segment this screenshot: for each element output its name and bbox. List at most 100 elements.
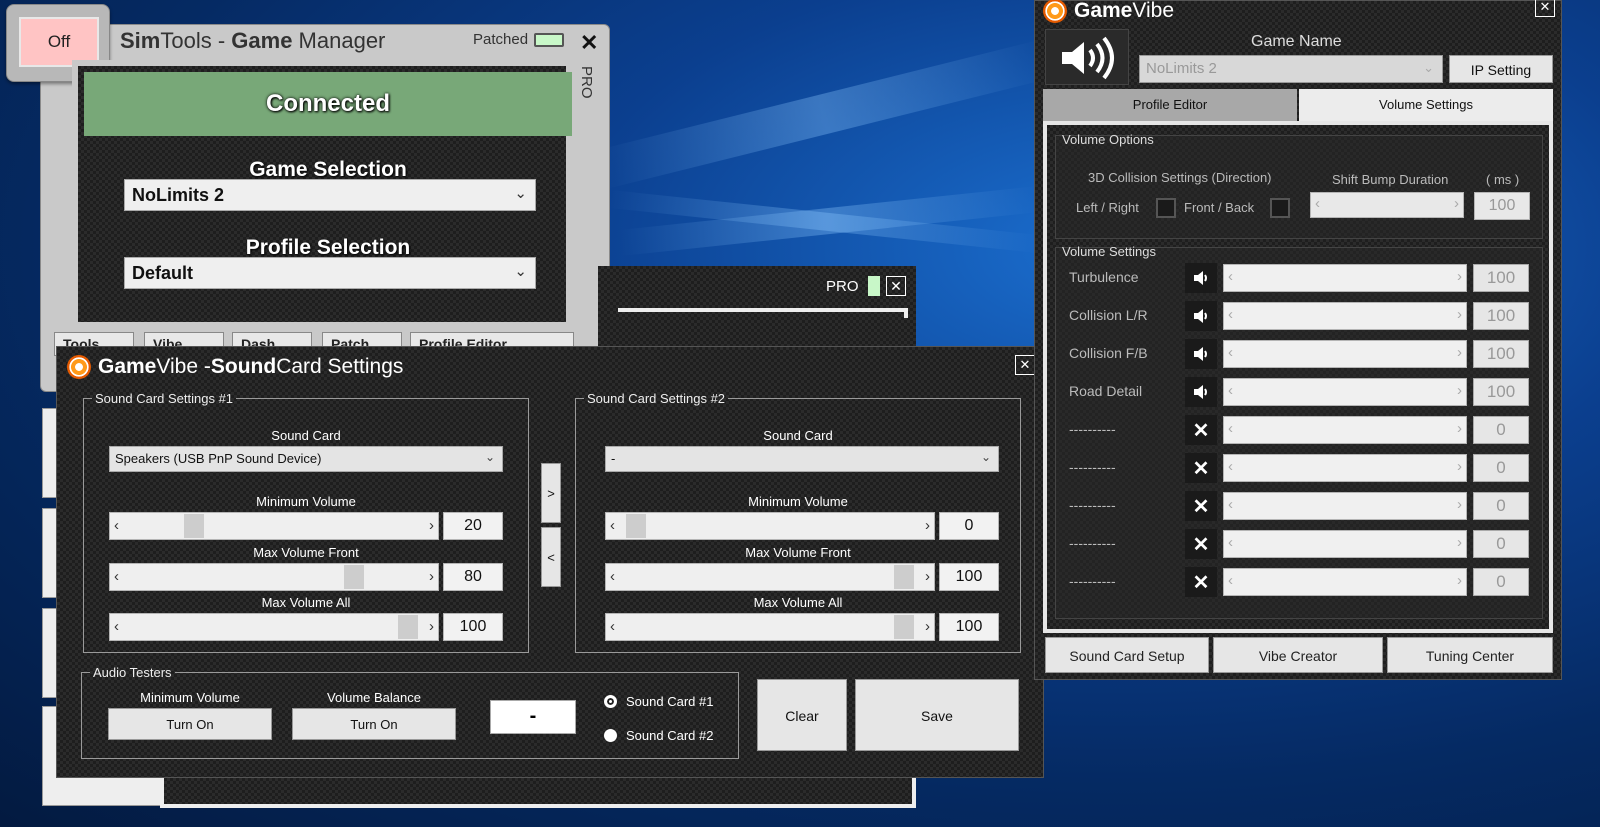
volume-row-slider[interactable]: ‹ › <box>1223 568 1467 596</box>
x-icon[interactable]: ✕ <box>1185 453 1217 483</box>
chevron-right-icon[interactable]: › <box>429 568 434 585</box>
chevron-left-icon[interactable]: ‹ <box>114 517 119 534</box>
vibe-creator-button[interactable]: Vibe Creator <box>1213 637 1383 673</box>
chevron-right-icon[interactable]: › <box>1457 534 1462 551</box>
x-icon[interactable]: ✕ <box>1185 567 1217 597</box>
volume-row-slider[interactable]: ‹ › <box>1223 454 1467 482</box>
slider-thumb[interactable] <box>398 615 418 639</box>
chevron-right-icon[interactable]: › <box>429 618 434 635</box>
clear-button[interactable]: Clear <box>757 679 847 751</box>
radio-unselected-icon[interactable] <box>604 729 617 742</box>
chevron-left-icon[interactable]: ‹ <box>1228 382 1233 399</box>
chevron-right-icon[interactable]: › <box>1457 344 1462 361</box>
chevron-left-icon[interactable]: ‹ <box>610 517 615 534</box>
radio-selected-icon[interactable] <box>604 695 617 708</box>
chevron-left-icon[interactable]: ‹ <box>1228 458 1233 475</box>
front-back-checkbox[interactable] <box>1270 198 1290 218</box>
speaker-volume-icon[interactable] <box>1045 29 1129 85</box>
sound-card-1-dropdown[interactable]: Speakers (USB PnP Sound Device) ⌄ <box>109 446 503 472</box>
slider-thumb[interactable] <box>626 514 646 538</box>
max-all-value[interactable]: 100 <box>443 613 503 641</box>
max-front-value[interactable]: 80 <box>443 563 503 591</box>
chevron-left-icon[interactable]: ‹ <box>1228 496 1233 513</box>
close-icon[interactable]: ✕ <box>580 30 598 56</box>
chevron-left-icon[interactable]: ‹ <box>1228 420 1233 437</box>
volume-row-slider[interactable]: ‹ › <box>1223 264 1467 292</box>
volume-row-slider[interactable]: ‹ › <box>1223 378 1467 406</box>
copy-right-button[interactable]: > <box>541 463 561 523</box>
profile-selection-dropdown[interactable]: Default ⌄ <box>124 257 536 289</box>
x-icon[interactable]: ✕ <box>1185 491 1217 521</box>
copy-left-button[interactable]: < <box>541 527 561 587</box>
volume-row-value[interactable]: 0 <box>1473 492 1529 520</box>
chevron-right-icon[interactable]: › <box>1457 382 1462 399</box>
volume-row-slider[interactable]: ‹ › <box>1223 416 1467 444</box>
volume-row-value[interactable]: 100 <box>1473 340 1529 368</box>
chevron-right-icon[interactable]: › <box>1457 496 1462 513</box>
volume-row-value[interactable]: 0 <box>1473 416 1529 444</box>
max-front-value[interactable]: 100 <box>939 563 999 591</box>
close-icon[interactable]: ✕ <box>1535 0 1555 17</box>
sound-card-setup-button[interactable]: Sound Card Setup <box>1045 637 1209 673</box>
ip-setting-button[interactable]: IP Setting <box>1449 55 1553 83</box>
volume-row-slider[interactable]: ‹ › <box>1223 340 1467 368</box>
chevron-left-icon[interactable]: ‹ <box>114 568 119 585</box>
tuning-center-button[interactable]: Tuning Center <box>1387 637 1553 673</box>
volume-row-value[interactable]: 100 <box>1473 302 1529 330</box>
chevron-right-icon[interactable]: › <box>1457 420 1462 437</box>
chevron-right-icon[interactable]: › <box>1457 306 1462 323</box>
min-volume-value[interactable]: 0 <box>939 512 999 540</box>
chevron-left-icon[interactable]: ‹ <box>1228 572 1233 589</box>
radio-sound-card-2[interactable]: Sound Card #2 <box>604 728 713 743</box>
volume-row-value[interactable]: 0 <box>1473 454 1529 482</box>
chevron-left-icon[interactable]: ‹ <box>114 618 119 635</box>
max-all-slider[interactable]: ‹ › <box>109 613 439 641</box>
speaker-icon[interactable] <box>1185 339 1217 369</box>
slider-thumb[interactable] <box>344 565 365 589</box>
max-all-value[interactable]: 100 <box>939 613 999 641</box>
volume-row-value[interactable]: 100 <box>1473 378 1529 406</box>
volume-row-value[interactable]: 100 <box>1473 264 1529 292</box>
volume-row-slider[interactable]: ‹ › <box>1223 492 1467 520</box>
chevron-right-icon[interactable]: › <box>925 618 930 635</box>
volume-row-slider[interactable]: ‹ › <box>1223 530 1467 558</box>
volume-balance-turn-on-button[interactable]: Turn On <box>292 708 456 740</box>
left-right-checkbox[interactable] <box>1156 198 1176 218</box>
chevron-left-icon[interactable]: ‹ <box>1315 195 1320 212</box>
chevron-left-icon[interactable]: ‹ <box>1228 534 1233 551</box>
close-icon[interactable]: ✕ <box>886 276 906 296</box>
volume-row-slider[interactable]: ‹ › <box>1223 302 1467 330</box>
min-volume-value[interactable]: 20 <box>443 512 503 540</box>
tab-profile-editor[interactable]: Profile Editor <box>1043 89 1297 121</box>
chevron-right-icon[interactable]: › <box>925 517 930 534</box>
close-icon[interactable]: ✕ <box>1015 355 1035 375</box>
game-name-dropdown[interactable]: NoLimits 2 ⌄ <box>1139 55 1443 83</box>
chevron-right-icon[interactable]: › <box>1454 195 1459 212</box>
speaker-icon[interactable] <box>1185 263 1217 293</box>
x-icon[interactable]: ✕ <box>1185 529 1217 559</box>
radio-sound-card-1[interactable]: Sound Card #1 <box>604 694 713 709</box>
slider-thumb[interactable] <box>183 514 204 538</box>
speaker-icon[interactable] <box>1185 301 1217 331</box>
shift-bump-slider[interactable]: ‹ › <box>1310 192 1464 218</box>
volume-row-value[interactable]: 0 <box>1473 530 1529 558</box>
chevron-right-icon[interactable]: › <box>1457 572 1462 589</box>
max-all-slider[interactable]: ‹ › <box>605 613 935 641</box>
chevron-left-icon[interactable]: ‹ <box>1228 344 1233 361</box>
chevron-right-icon[interactable]: › <box>1457 268 1462 285</box>
tab-volume-settings[interactable]: Volume Settings <box>1299 89 1553 121</box>
chevron-left-icon[interactable]: ‹ <box>610 618 615 635</box>
shift-bump-value[interactable]: 100 <box>1474 192 1530 220</box>
slider-thumb[interactable] <box>894 615 914 639</box>
sound-card-2-dropdown[interactable]: - ⌄ <box>605 446 999 472</box>
x-icon[interactable]: ✕ <box>1185 415 1217 445</box>
max-front-slider[interactable]: ‹ › <box>109 563 439 591</box>
chevron-right-icon[interactable]: › <box>429 517 434 534</box>
speaker-icon[interactable] <box>1185 377 1217 407</box>
game-selection-dropdown[interactable]: NoLimits 2 ⌄ <box>124 179 536 211</box>
save-button[interactable]: Save <box>855 679 1019 751</box>
min-volume-slider[interactable]: ‹ › <box>605 512 935 540</box>
max-front-slider[interactable]: ‹ › <box>605 563 935 591</box>
chevron-left-icon[interactable]: ‹ <box>1228 306 1233 323</box>
chevron-right-icon[interactable]: › <box>1457 458 1462 475</box>
